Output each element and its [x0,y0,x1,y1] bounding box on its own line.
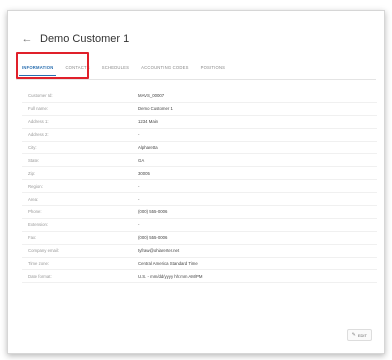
info-row: State: GA [22,154,377,168]
info-row: Customer Id: MAVS_00007 [22,90,377,103]
field-value: - [138,183,140,189]
field-label: Extension: [28,222,49,228]
page-title: Demo Customer 1 [40,33,130,45]
field-label: Address 1: [28,119,49,125]
field-label: Address 2: [28,132,49,138]
field-value: - [138,222,140,228]
field-label: Region: [28,183,43,189]
field-label: Fax: [28,235,37,241]
field-value: tyfraw@ohiarerter.net [138,248,180,254]
field-value: GA [138,157,145,163]
field-value: MAVS_00007 [138,93,165,99]
field-value: Demo Customer 1 [138,106,173,112]
tab-accounting-codes[interactable]: ACCOUNTING CODES [135,57,194,79]
edit-button[interactable]: ✎ EDIT [346,329,372,341]
tab-positions[interactable]: POSITIONS [195,57,232,79]
field-label: Date format: [28,273,52,279]
pencil-icon: ✎ [351,332,356,338]
field-value: (000) 555-0006 [138,235,168,241]
field-label: Company email: [28,248,60,254]
info-row: Date format: U.S. - mm/dd/yyyy hh:mm AM/P… [22,270,377,284]
info-row: Extension: - [22,219,377,232]
info-row: Fax: (000) 555-0006 [22,232,377,245]
page-header: ← Demo Customer 1 [20,29,130,49]
highlight-box [16,52,89,79]
info-row: Zip: 30005 [22,167,377,181]
info-row: Area: - [22,193,377,207]
field-value: 30005 [138,170,150,176]
info-row: Full name: Demo Customer 1 [22,103,377,116]
field-value: Alpharetta [138,145,158,150]
info-row: City: Alpharetta [22,142,377,155]
field-value: Central America Standard Time [138,261,198,267]
field-value: U.S. - mm/dd/yyyy hh:mm AM/PM [138,273,203,279]
field-value: - [138,132,140,138]
tab-schedules[interactable]: SCHEDULES [96,57,135,79]
field-label: Phone: [28,209,42,215]
field-label: City: [28,145,37,150]
info-row: Time zone: Central America Standard Time [22,258,377,271]
field-label: Customer Id: [28,93,53,99]
field-value: (000) 555-0006 [138,209,168,215]
customer-card: ← Demo Customer 1 INFORMATION CONTACTS S… [7,10,385,354]
info-row: Region: - [22,180,377,194]
arrow-left-icon[interactable]: ← [20,33,34,45]
info-list: Customer Id: MAVS_00007 Full name: Demo Cu… [22,90,377,284]
field-value: - [138,196,140,202]
edit-button-label: EDIT [357,332,367,338]
field-label: Time zone: [28,261,50,267]
info-row: Address 2: - [22,129,377,142]
info-row: Phone: (000) 555-0006 [22,206,377,219]
field-value: 1234 Main [138,119,159,125]
field-label: State: [28,157,40,163]
info-row: Address 1: 1234 Main [22,116,377,129]
field-label: Zip: [28,170,36,176]
info-row: Company email: tyfraw@ohiarerter.net [22,245,377,258]
field-label: Full name: [28,106,49,112]
field-label: Area: [28,196,39,202]
